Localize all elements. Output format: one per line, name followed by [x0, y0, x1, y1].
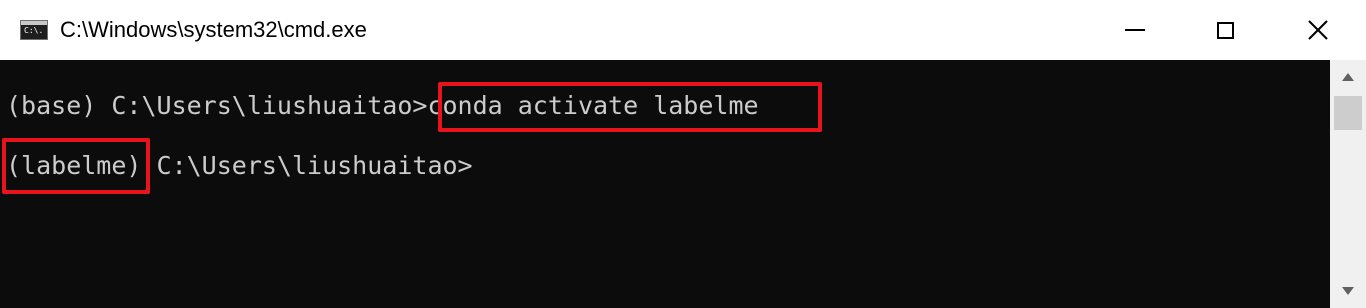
- cmd-icon-text: C:\.: [24, 26, 44, 35]
- vertical-scrollbar[interactable]: [1330, 60, 1366, 308]
- minimize-icon: [1125, 29, 1145, 31]
- scroll-down-button[interactable]: [1330, 274, 1366, 308]
- prompt-labelme: C:\Users\liushuaitao>: [141, 151, 473, 180]
- maximize-button[interactable]: [1180, 0, 1270, 60]
- cmd-window: C:\. C:\Windows\system32\cmd.exe (base) …: [0, 0, 1366, 308]
- minimize-button[interactable]: [1090, 0, 1180, 60]
- maximize-icon: [1216, 21, 1234, 39]
- cmd-icon[interactable]: C:\.: [20, 20, 48, 40]
- title-bar[interactable]: C:\. C:\Windows\system32\cmd.exe: [0, 0, 1366, 60]
- scroll-up-button[interactable]: [1330, 60, 1366, 94]
- close-button[interactable]: [1270, 0, 1366, 60]
- close-icon: [1308, 20, 1328, 40]
- highlight-command-box: [438, 82, 822, 132]
- scroll-thumb[interactable]: [1334, 96, 1362, 130]
- highlight-env-box: [2, 138, 150, 194]
- window-title: C:\Windows\system32\cmd.exe: [60, 17, 367, 42]
- prompt-base: (base) C:\Users\liushuaitao>: [6, 91, 428, 120]
- cmd-icon-bar: [21, 21, 47, 25]
- scroll-up-arrow-icon: [1342, 73, 1354, 81]
- scroll-down-arrow-icon: [1342, 287, 1354, 295]
- console-output[interactable]: (base) C:\Users\liushuaitao>conda activa…: [0, 60, 1330, 308]
